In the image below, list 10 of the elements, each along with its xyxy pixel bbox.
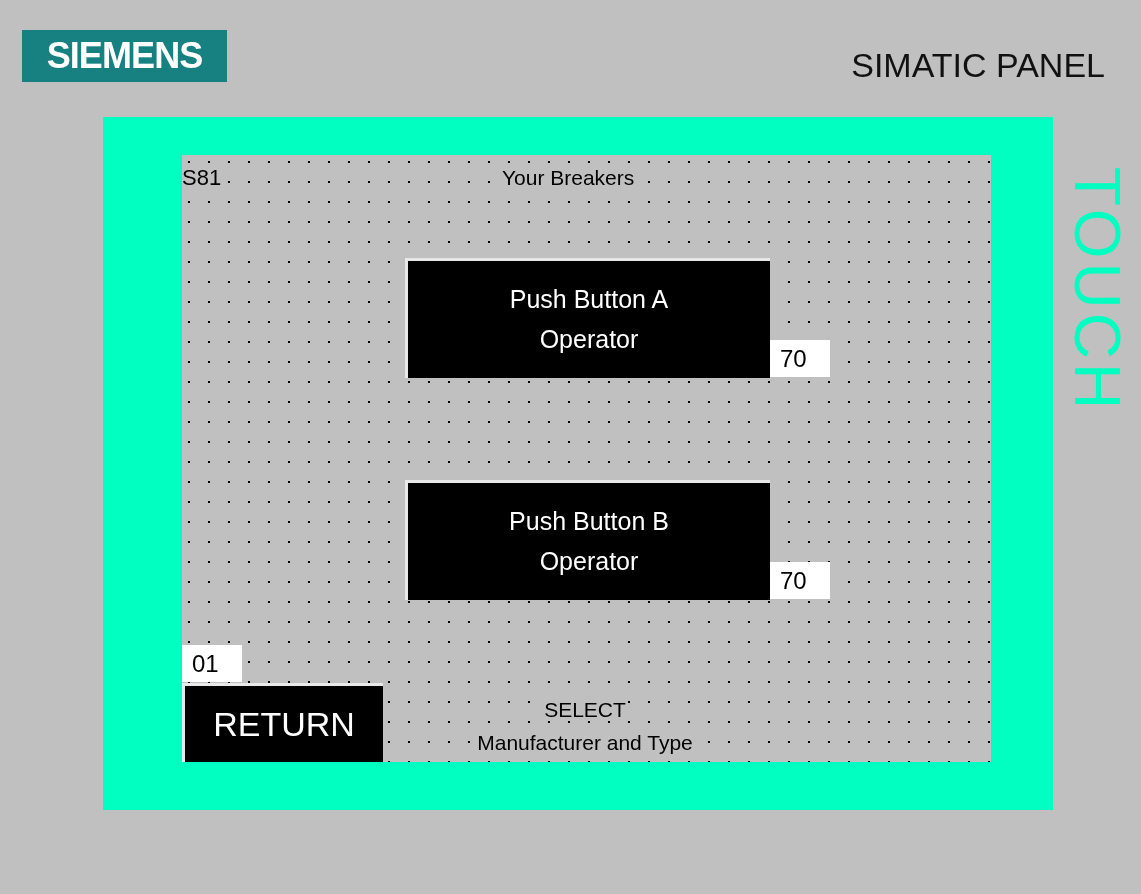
siemens-logo: SIEMENS <box>22 30 227 82</box>
push-button[interactable]: Push Button A Operator <box>405 258 770 378</box>
instruction-text: SELECT Manufacturer and Type <box>474 697 696 756</box>
push-button[interactable]: Push Button B Operator <box>405 480 770 600</box>
value-display: 70 <box>770 340 830 377</box>
return-button[interactable]: RETURN <box>182 683 383 762</box>
number-display: 01 <box>182 645 242 682</box>
panel-title: SIMATIC PANEL <box>851 45 1105 86</box>
value-display: 70 <box>770 562 830 599</box>
touch-label: TOUCH <box>1065 165 1129 416</box>
